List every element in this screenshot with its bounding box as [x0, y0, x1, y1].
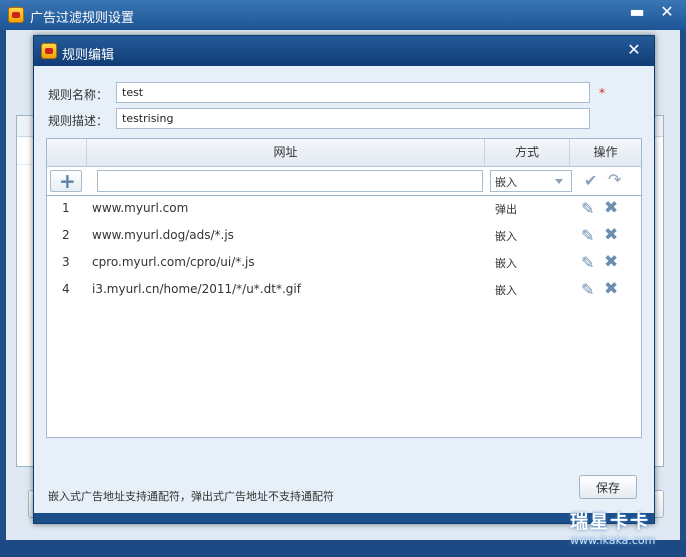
minimize-button[interactable]: ▬: [622, 2, 652, 24]
dialog-close-button[interactable]: ✕: [620, 38, 648, 62]
outer-close-button[interactable]: ✕: [652, 2, 682, 24]
grid-header-actions: 操作: [593, 145, 618, 159]
x-icon[interactable]: ✖: [604, 252, 618, 272]
dialog-title: 规则编辑: [62, 48, 115, 63]
pencil-icon[interactable]: ✎: [581, 280, 594, 299]
add-url-button[interactable]: +: [50, 170, 82, 192]
row-mode: 嵌入: [495, 230, 517, 243]
rule-desc-label: 规则描述：: [48, 114, 109, 128]
table-row: 3 cpro.myurl.com/cpro/ui/*.js 嵌入 ✎ ✖: [47, 250, 641, 277]
dialog-bottom-bar: [34, 513, 654, 523]
dialog-content: 规则名称： test * 规则描述： testrising 网址 方式 操作 +…: [34, 66, 654, 513]
dialog-title-bar: 规则编辑 ✕: [34, 36, 654, 66]
row-url: i3.myurl.cn/home/2011/*/u*.dt*.gif: [92, 282, 301, 296]
rule-name-label: 规则名称：: [48, 88, 109, 102]
required-mark: *: [599, 86, 605, 100]
new-url-input[interactable]: [97, 170, 483, 192]
watermark: 瑞星卡卡 www.ikaka.com: [570, 508, 655, 547]
row-mode: 弹出: [495, 203, 517, 216]
row-number: 4: [62, 282, 70, 296]
grid-header-mode: 方式: [485, 139, 570, 166]
plus-icon: +: [59, 169, 76, 193]
grid-header-index: [47, 139, 87, 166]
pencil-icon[interactable]: ✎: [581, 253, 594, 272]
check-icon[interactable]: ✔: [584, 171, 597, 190]
grid-header-url: 网址: [87, 139, 485, 166]
mode-select[interactable]: 嵌入: [490, 170, 572, 192]
row-mode: 嵌入: [495, 257, 517, 270]
redo-arrow-icon[interactable]: ↷: [608, 170, 621, 189]
rule-edit-dialog: 规则编辑 ✕ 规则名称： test * 规则描述： testrising 网址 …: [33, 35, 655, 524]
table-row: 2 www.myurl.dog/ads/*.js 嵌入 ✎ ✖: [47, 223, 641, 250]
wildcard-footnote: 嵌入式广告地址支持通配符，弹出式广告地址不支持通配符: [48, 490, 334, 503]
outer-window-title: 广告过滤规则设置: [30, 11, 135, 26]
rule-name-input[interactable]: test: [116, 82, 590, 103]
row-url: www.myurl.dog/ads/*.js: [92, 228, 234, 242]
table-row: 1 www.myurl.com 弹出 ✎ ✖: [47, 196, 641, 223]
pencil-icon[interactable]: ✎: [581, 199, 594, 218]
row-url: www.myurl.com: [92, 201, 189, 215]
mode-select-value: 嵌入: [495, 176, 517, 189]
row-mode: 嵌入: [495, 284, 517, 297]
grid-header: 网址 方式 操作: [47, 139, 641, 167]
row-number: 3: [62, 255, 70, 269]
watermark-url: www.ikaka.com: [570, 534, 656, 547]
x-icon[interactable]: ✖: [604, 279, 618, 299]
watermark-brand: 瑞星卡卡: [570, 512, 650, 533]
url-rule-grid: 网址 方式 操作 + 嵌入 ✔ ↷ 1 www.myurl.com 弹出 ✎ ✖: [46, 138, 642, 438]
table-row: 4 i3.myurl.cn/home/2011/*/u*.dt*.gif 嵌入 …: [47, 277, 641, 304]
row-number: 1: [62, 201, 70, 215]
save-button[interactable]: 保存: [579, 475, 637, 499]
pencil-icon[interactable]: ✎: [581, 226, 594, 245]
row-url: cpro.myurl.com/cpro/ui/*.js: [92, 255, 255, 269]
chevron-down-icon: [555, 179, 563, 184]
add-rule-row: + 嵌入 ✔ ↷: [47, 167, 641, 196]
app-icon: [8, 7, 24, 23]
outer-title-bar: 广告过滤规则设置 ▬ ✕: [0, 0, 686, 30]
dialog-app-icon: [41, 43, 57, 59]
row-number: 2: [62, 228, 70, 242]
x-icon[interactable]: ✖: [604, 198, 618, 218]
x-icon[interactable]: ✖: [604, 225, 618, 245]
rule-desc-input[interactable]: testrising: [116, 108, 590, 129]
